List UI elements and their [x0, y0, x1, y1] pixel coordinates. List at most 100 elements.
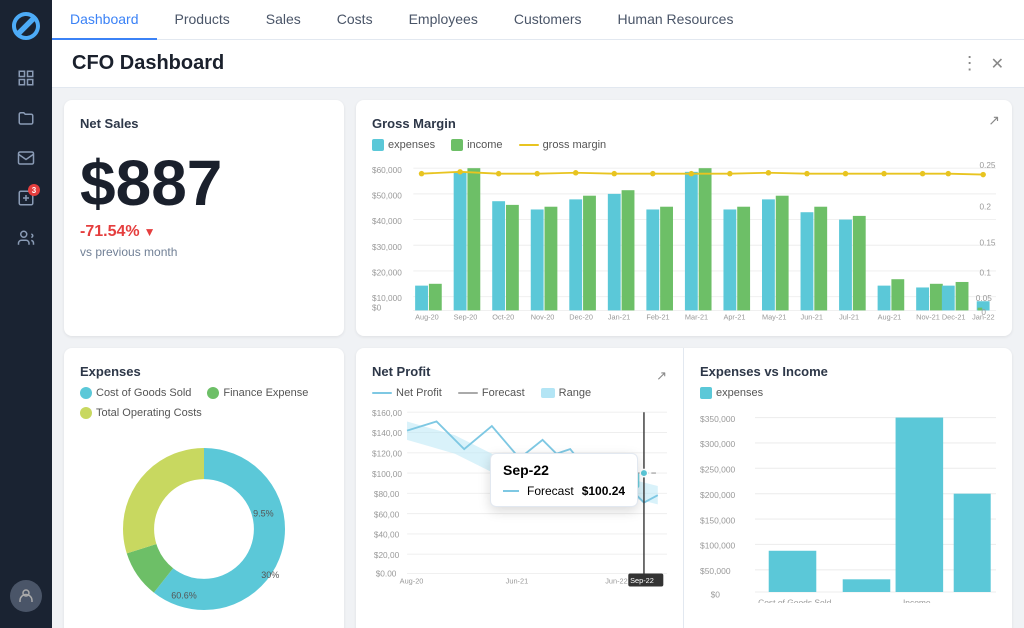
svg-text:Aug-20: Aug-20: [400, 577, 424, 586]
svg-text:$0.00: $0.00: [376, 568, 397, 578]
svg-text:Aug-20: Aug-20: [415, 313, 439, 322]
gross-margin-svg: $60,000 $50,000 $40,000 $30,000 $20,000 …: [372, 159, 996, 315]
tooltip-row: Forecast $100.24: [503, 484, 625, 498]
more-menu-icon[interactable]: ⋮: [961, 53, 979, 74]
net-profit-legend: Net Profit Forecast Range: [372, 387, 667, 399]
svg-text:$80,00: $80,00: [374, 489, 400, 499]
nav-customers[interactable]: Customers: [496, 0, 600, 40]
dashboard-header: CFO Dashboard ⋮ ✕: [52, 40, 1024, 88]
expenses-title: Expenses: [80, 364, 328, 379]
svg-text:0.2: 0.2: [979, 202, 991, 211]
svg-text:$60,000: $60,000: [372, 166, 402, 175]
legend-net-profit-line: Net Profit: [372, 387, 442, 399]
expenses-vs-income-title: Expenses vs Income: [700, 364, 996, 379]
tooltip-forecast-label: Forecast: [527, 484, 574, 498]
svg-text:$30,000: $30,000: [372, 243, 402, 252]
people-sidebar-icon[interactable]: [8, 220, 44, 256]
gross-margin-legend: expenses income gross margin: [372, 139, 996, 151]
nav-sales[interactable]: Sales: [248, 0, 319, 40]
svg-text:0.1: 0.1: [979, 269, 991, 278]
svg-text:Nov-20: Nov-20: [531, 313, 555, 322]
svg-text:9.5%: 9.5%: [253, 509, 274, 519]
net-sales-change: -71.54% ▼: [80, 223, 328, 241]
nav-costs[interactable]: Costs: [319, 0, 391, 40]
svg-text:60.6%: 60.6%: [171, 591, 197, 601]
svg-text:Jan-22: Jan-22: [972, 313, 994, 322]
svg-text:$300,000: $300,000: [700, 439, 735, 449]
svg-text:Dec-21: Dec-21: [942, 313, 966, 322]
legend-income: income: [451, 139, 502, 151]
svg-text:Sep-20: Sep-20: [454, 313, 478, 322]
net-profit-panel: Net Profit ↗ Net Profit Forecast: [356, 348, 684, 628]
svg-text:May-21: May-21: [762, 313, 786, 322]
grid-sidebar-icon[interactable]: [8, 60, 44, 96]
evi-legend-expenses: expenses: [700, 387, 763, 399]
dashboard-controls: ⋮ ✕: [961, 53, 1004, 74]
tooltip-line-icon: [503, 490, 519, 492]
net-profit-expenses-card: Net Profit ↗ Net Profit Forecast: [356, 348, 1012, 628]
sidebar: 3: [0, 0, 52, 628]
gross-margin-title: Gross Margin: [372, 116, 996, 131]
svg-text:$120,00: $120,00: [372, 448, 402, 458]
expenses-donut: 60.6% 30% 9.5%: [80, 439, 328, 619]
folder-sidebar-icon[interactable]: [8, 100, 44, 136]
cards-grid: Net Sales $887 -71.54% ▼ vs previous mon…: [52, 88, 1024, 628]
net-profit-expand-icon[interactable]: ↗: [656, 368, 667, 384]
legend-range: Range: [541, 387, 591, 399]
svg-text:Jun-21: Jun-21: [506, 577, 529, 586]
tooltip-date: Sep-22: [503, 462, 625, 478]
svg-text:Mar-21: Mar-21: [685, 313, 708, 322]
mail-sidebar-icon[interactable]: [8, 140, 44, 176]
svg-text:Jun-21: Jun-21: [801, 313, 823, 322]
legend-finance-expense: Finance Expense: [207, 387, 308, 399]
svg-text:$50,000: $50,000: [700, 566, 731, 576]
svg-text:0.25: 0.25: [979, 161, 995, 170]
svg-text:$250,000: $250,000: [700, 465, 735, 475]
net-profit-title: Net Profit: [372, 364, 431, 379]
svg-text:Nov-21: Nov-21: [916, 313, 940, 322]
svg-text:0.15: 0.15: [979, 238, 995, 247]
svg-text:$10,000: $10,000: [372, 294, 402, 303]
nav-human-resources[interactable]: Human Resources: [600, 0, 752, 40]
svg-text:30%: 30%: [261, 570, 279, 580]
dashboard-content: CFO Dashboard ⋮ ✕ Net Sales $887 -71.54%…: [52, 40, 1024, 628]
svg-text:$40,000: $40,000: [372, 217, 402, 226]
nav-products[interactable]: Products: [157, 0, 248, 40]
expenses-card: Expenses Cost of Goods Sold Finance Expe…: [64, 348, 344, 628]
net-profit-tooltip: Sep-22 Forecast $100.24: [490, 453, 638, 507]
svg-text:$20,00: $20,00: [374, 550, 400, 560]
svg-text:$20,000: $20,000: [372, 269, 402, 278]
svg-text:$50,000: $50,000: [372, 191, 402, 200]
nav-employees[interactable]: Employees: [391, 0, 496, 40]
svg-text:Oct-20: Oct-20: [492, 313, 514, 322]
expenses-vs-income-panel: Expenses vs Income expenses $350,000 $30…: [684, 348, 1012, 628]
top-navigation: Dashboard Products Sales Costs Employees…: [52, 0, 1024, 40]
gross-margin-chart: $60,000 $50,000 $40,000 $30,000 $20,000 …: [372, 159, 996, 320]
legend-cogs: Cost of Goods Sold: [80, 387, 191, 399]
svg-text:Income: Income: [903, 598, 931, 603]
svg-text:$0: $0: [372, 303, 382, 312]
badge-sidebar-icon[interactable]: 3: [8, 180, 44, 216]
legend-expenses: expenses: [372, 139, 435, 151]
svg-text:$160,00: $160,00: [372, 408, 402, 418]
user-avatar[interactable]: [10, 580, 42, 612]
tooltip-forecast-value: $100.24: [582, 484, 625, 498]
net-sales-card: Net Sales $887 -71.54% ▼ vs previous mon…: [64, 100, 344, 336]
dashboard-title: CFO Dashboard: [72, 52, 224, 75]
svg-text:$0: $0: [711, 589, 721, 599]
nav-dashboard[interactable]: Dashboard: [52, 0, 157, 40]
svg-text:Apr-21: Apr-21: [723, 313, 745, 322]
net-profit-chart: $160,00 $140,00 $120,00 $100,00 $80,00 $…: [372, 403, 667, 592]
close-dashboard-icon[interactable]: ✕: [991, 54, 1004, 74]
svg-text:$150,000: $150,000: [700, 515, 735, 525]
main-content: Dashboard Products Sales Costs Employees…: [52, 0, 1024, 628]
svg-text:$100,000: $100,000: [700, 541, 735, 551]
donut-svg: 60.6% 30% 9.5%: [114, 439, 294, 619]
evi-svg: $350,000 $300,000 $250,000 $200,000 $150…: [700, 407, 996, 603]
expand-icon[interactable]: ↗: [988, 112, 1000, 129]
app-logo: [8, 8, 44, 44]
svg-text:Jul-21: Jul-21: [839, 313, 859, 322]
legend-gross-margin: gross margin: [519, 139, 607, 151]
expenses-legend-2: Total Operating Costs: [80, 407, 328, 419]
net-sales-value: $887: [80, 151, 328, 215]
